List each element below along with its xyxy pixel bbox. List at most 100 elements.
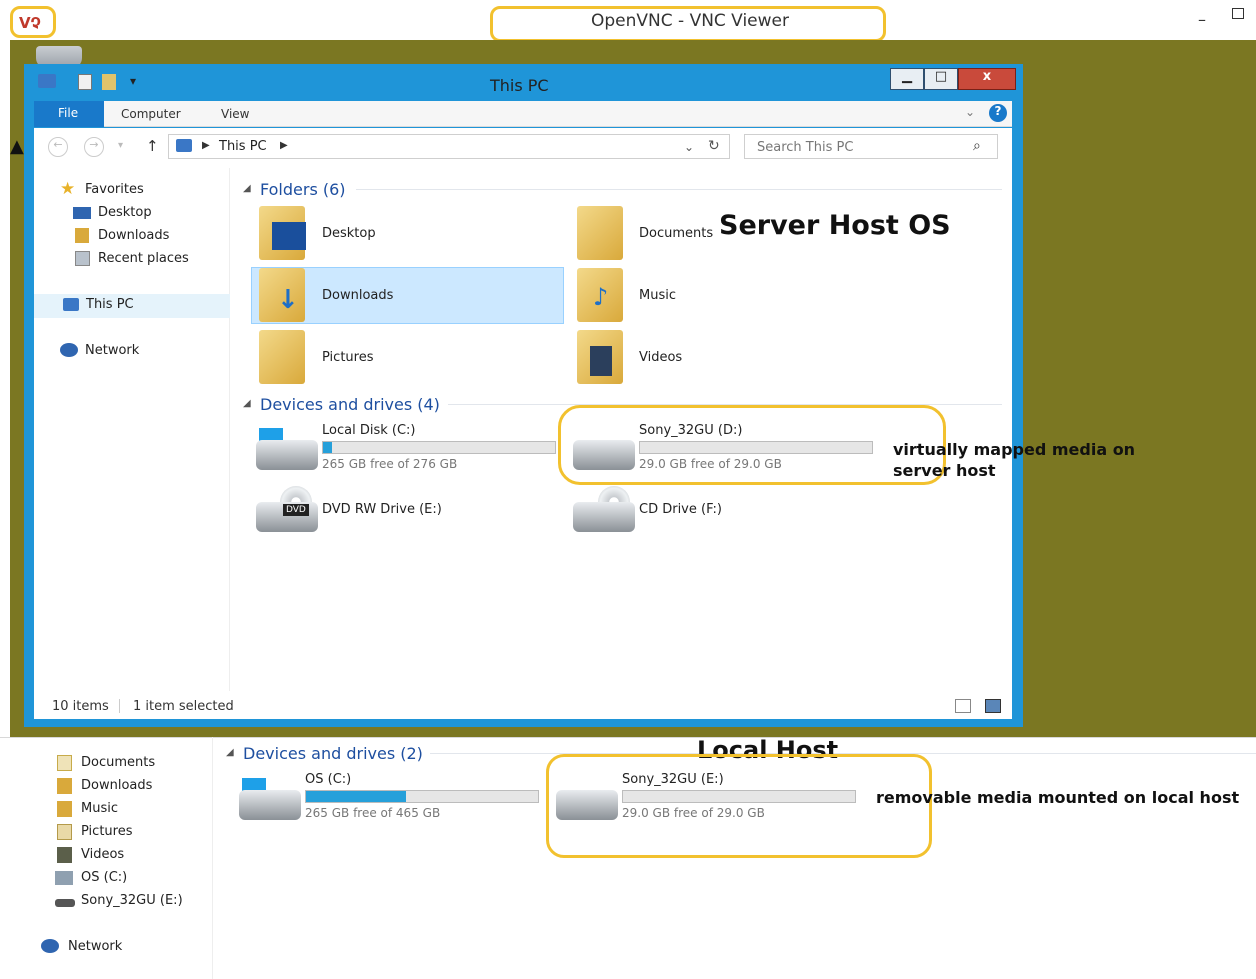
refresh-icon[interactable]: ↻ [708,138,720,154]
search-input[interactable]: Search This PC [744,134,998,159]
details-view-icon[interactable] [955,699,971,713]
local-nav-videos[interactable]: Videos [81,847,124,862]
large-icons-view-icon[interactable] [985,699,1001,713]
download-arrow-icon: ↓ [277,285,299,315]
vnc-title-highlight [490,6,886,42]
recent-places-icon [75,251,90,266]
folders-divider [356,189,1002,190]
drive-c-free-space: 265 GB free of 276 GB [322,457,458,471]
drive-f-name[interactable]: CD Drive (F:) [639,502,722,517]
folders-group-header[interactable]: Folders (6) [260,180,346,199]
local-os-drive-icon[interactable] [239,790,301,820]
downloads-icon [75,228,89,243]
vnc-maximize-button[interactable] [1232,8,1244,19]
window-close-button[interactable]: x [958,68,1016,90]
dvd-label: DVD [283,504,309,516]
tab-file[interactable]: File [34,101,104,127]
folder-pictures[interactable]: Pictures [322,350,373,365]
annotation-virtually-mapped: virtually mapped media on server host [893,440,1136,480]
documents-icon [57,755,72,771]
folder-music[interactable]: Music [639,288,676,303]
folder-desktop[interactable]: Desktop [322,226,376,241]
new-folder-icon[interactable] [102,74,116,90]
folder-documents[interactable]: Documents [639,226,713,241]
local-disk-drive-icon[interactable] [256,440,318,470]
drive-c-name[interactable]: Local Disk (C:) [322,423,415,438]
local-nav-downloads[interactable]: Downloads [81,778,152,793]
local-drive-c-name[interactable]: OS (C:) [305,772,351,787]
help-icon[interactable]: ? [989,104,1007,122]
drive-e-name[interactable]: DVD RW Drive (E:) [322,502,442,517]
address-history-chevron-down-icon[interactable]: ⌄ [684,140,694,154]
nav-this-pc[interactable]: This PC [86,297,134,312]
computer-icon[interactable] [38,74,56,88]
forward-arrow-icon[interactable]: → [84,137,104,157]
pictures-icon [57,824,72,840]
annotation-removable-media: removable media mounted on local host [876,788,1240,807]
back-arrow-icon[interactable]: ← [48,137,68,157]
nav-network[interactable]: Network [85,343,139,358]
local-network-icon [41,939,59,953]
status-item-count: 10 items [52,699,109,714]
up-arrow-icon[interactable]: ↑ [146,137,159,155]
collapse-folders-icon[interactable]: ◢ [243,183,251,194]
quick-access-toolbar: ▾ [38,74,154,92]
documents-folder-icon[interactable] [577,206,623,260]
drives-group-header[interactable]: Devices and drives (4) [260,395,440,414]
window-title: This PC [490,76,549,95]
vnc-minimize-button[interactable]: – [1198,10,1206,29]
local-nav-documents[interactable]: Documents [81,755,155,770]
nav-item-recent-places[interactable]: Recent places [98,251,189,266]
recent-locations-chevron-down-icon[interactable]: ▾ [118,140,123,151]
folder-downloads[interactable]: Downloads [322,288,393,303]
pictures-folder-icon[interactable] [259,330,305,384]
nav-favorites[interactable]: Favorites [85,182,144,197]
music-icon [57,801,72,817]
expand-ribbon-chevron-down-icon[interactable]: ⌄ [965,105,975,119]
window-minimize-button[interactable]: ▁ [890,68,924,90]
nav-item-downloads[interactable]: Downloads [98,228,169,243]
this-pc-icon [176,139,192,152]
properties-icon[interactable] [78,74,92,90]
local-nav-network[interactable]: Network [68,939,122,954]
local-drive-c-usage-bar [305,790,539,803]
window-maximize-button[interactable]: □ [924,68,958,90]
tab-view[interactable]: View [221,107,249,121]
local-drive-c-usage-fill [306,791,406,802]
breadcrumb-chevron-right-icon[interactable]: ▶ [280,140,288,151]
removable-media-highlight [546,754,932,858]
local-nav-os-c[interactable]: OS (C:) [81,870,127,885]
local-nav-sony-e[interactable]: Sony_32GU (E:) [81,893,183,908]
tab-computer[interactable]: Computer [121,107,181,121]
local-collapse-drives-icon[interactable]: ◢ [226,747,234,758]
mouse-cursor-icon: ▲ [10,136,24,157]
breadcrumb-this-pc[interactable]: This PC [219,139,267,154]
breadcrumb-separator-icon: ▶ [202,140,210,151]
favorites-star-icon: ★ [60,179,76,199]
network-icon [60,343,78,357]
this-pc-nav-icon [63,298,79,311]
mapped-media-highlight [558,405,946,485]
status-divider [119,699,120,713]
status-selection: 1 item selected [133,699,234,714]
cd-drive-icon[interactable] [573,502,635,532]
videos-icon [57,847,72,863]
desktop-icon [73,207,91,219]
nav-item-desktop[interactable]: Desktop [98,205,152,220]
drive-c-usage-fill [323,442,333,453]
local-nav-pictures[interactable]: Pictures [81,824,132,839]
drive-c-usage-bar [322,441,556,454]
search-icon[interactable]: ⌕ [973,138,981,154]
local-nav-music[interactable]: Music [81,801,118,816]
music-note-icon: ♪ [593,283,609,311]
film-strip-icon [590,346,612,376]
folder-videos[interactable]: Videos [639,350,682,365]
customize-toolbar-chevron-down-icon[interactable]: ▾ [130,74,136,88]
os-drive-icon [55,871,73,885]
navigation-pane [34,168,230,691]
downloads-icon [57,778,72,794]
local-drives-group-header[interactable]: Devices and drives (2) [243,744,423,763]
collapse-drives-icon[interactable]: ◢ [243,398,251,409]
local-drive-c-free-space: 265 GB free of 465 GB [305,806,441,820]
annotation-server-host-os: Server Host OS [719,210,951,241]
